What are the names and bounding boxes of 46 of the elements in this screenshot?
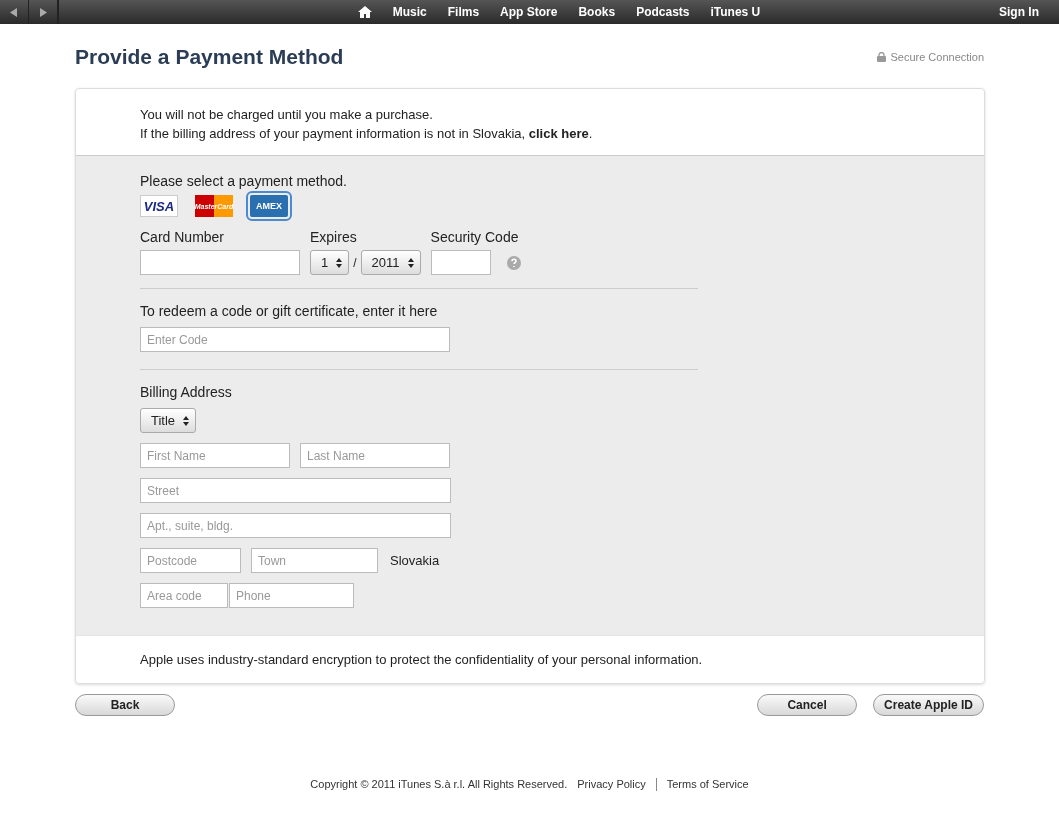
nav-link[interactable]: Podcasts [636, 5, 690, 19]
payment-method-prompt: Please select a payment method. [140, 173, 348, 189]
security-code-label: Security Code [430, 229, 520, 245]
input-field[interactable]: First Name [140, 443, 290, 468]
notice-text: You will not be charged until you make a purchase. [140, 106, 434, 124]
stepper-arrows-icon [183, 415, 190, 426]
nav-link[interactable]: Music [392, 5, 427, 19]
input-field[interactable]: Phone [229, 583, 354, 608]
secure-connection-label: Secure Connection [890, 51, 984, 63]
footer-link[interactable]: Privacy Policy [577, 778, 646, 791]
card-number-label: Card Number [140, 229, 226, 245]
encryption-note: Apple uses industry-standard encryption to protect the confidentiality of your personal information. [76, 635, 984, 683]
input-field[interactable] [140, 250, 300, 275]
year-select[interactable]: 2011 [360, 250, 421, 275]
date-separator: / [353, 255, 357, 270]
input-field[interactable]: Town [251, 548, 378, 573]
expires-label: Expires [310, 229, 358, 245]
input-field[interactable] [430, 250, 491, 275]
create-apple-id-button[interactable]: Create Apple ID [873, 694, 984, 716]
cancel-button[interactable]: Cancel [757, 694, 858, 716]
nav-link[interactable]: App Store [500, 5, 558, 19]
nav-link[interactable]: Books [578, 5, 616, 19]
input-field[interactable]: Last Name [300, 443, 450, 468]
lock-icon [877, 52, 887, 62]
sign-in-link[interactable]: Sign In [999, 5, 1039, 19]
back-button[interactable]: Back [75, 694, 175, 716]
home-icon[interactable] [357, 6, 372, 18]
input-field[interactable]: Postcode [140, 548, 241, 573]
billing-notice-text: If the billing address of your payment information is not in Slovakia, click here. [140, 125, 594, 143]
stepper-arrows-icon [407, 257, 414, 268]
input-field[interactable]: Street [140, 478, 451, 503]
input-field[interactable]: Apt., suite, bldg. [140, 513, 451, 538]
card-logo[interactable]: VISA [140, 195, 178, 217]
page-title: Provide a Payment Method [75, 45, 344, 69]
footer-link[interactable]: Terms of Service [666, 778, 749, 791]
redeem-label: To redeem a code or gift certificate, enter it here [140, 303, 439, 319]
stepper-arrows-icon [336, 257, 343, 268]
country-text: Slovakia [390, 553, 440, 568]
nav-link[interactable]: Films [447, 5, 480, 19]
input-field[interactable]: Enter Code [140, 327, 450, 352]
title-select[interactable]: Title [140, 408, 197, 433]
copyright-text: Copyright © 2011 iTunes S.à r.l. All Rights Reserved. [310, 778, 568, 791]
nav-link[interactable]: iTunes U [710, 5, 761, 19]
input-field[interactable]: Area code [140, 583, 228, 608]
month-select[interactable]: 1 [310, 250, 350, 275]
billing-address-label: Billing Address [140, 384, 233, 400]
